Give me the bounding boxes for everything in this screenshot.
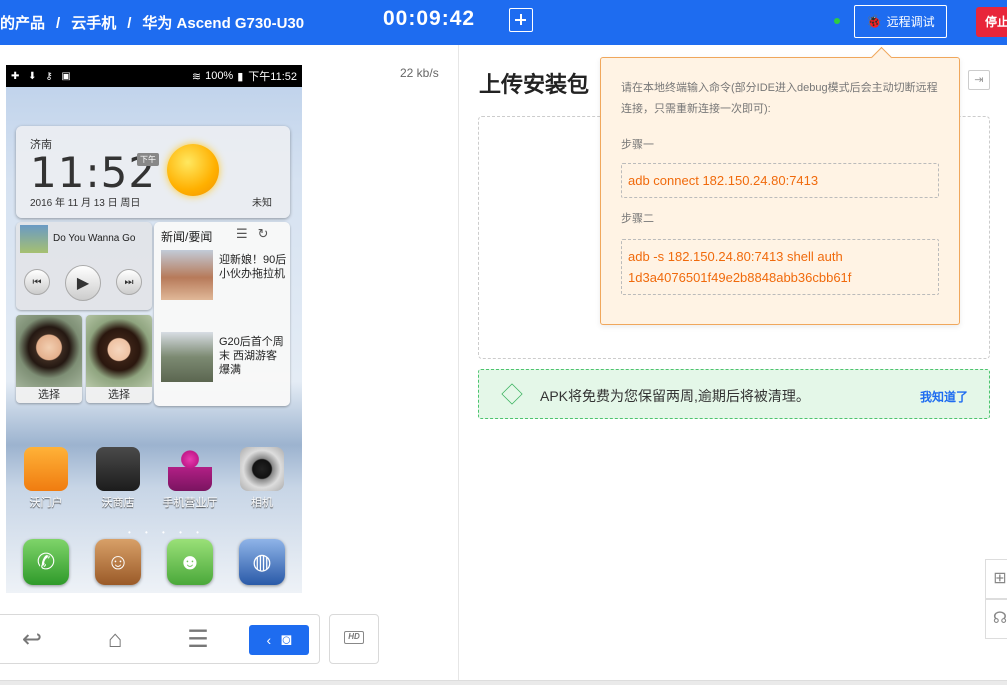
apk-retention-notice: APK将免费为您保留两周,逾期后将被清理。 我知道了 bbox=[478, 369, 990, 419]
news-thumbnail bbox=[161, 250, 213, 300]
chevron-left-icon: ‹ bbox=[266, 632, 272, 648]
list-icon[interactable]: ☰ bbox=[236, 226, 258, 241]
news-item-text[interactable]: G20后首个周末 西湖游客爆满 bbox=[219, 335, 287, 377]
next-track-icon[interactable]: ⏭ bbox=[116, 269, 142, 295]
phone-status-bar: ✚ ⬇ ⚷ ▣ ≋ 100% ▮ 下午11:52 bbox=[6, 65, 302, 87]
stop-button[interactable]: 停止 bbox=[976, 7, 1007, 37]
camera-icon: ◙ bbox=[281, 630, 292, 649]
refresh-icon[interactable]: ↻ bbox=[258, 226, 279, 241]
browser-icon[interactable]: ◍ bbox=[239, 539, 285, 585]
app-label: 沃门户 bbox=[29, 497, 63, 509]
notification-icons: ✚ ⬇ ⚷ ▣ bbox=[11, 70, 74, 82]
news-thumbnail bbox=[161, 332, 213, 382]
page-title: 上传安装包 bbox=[479, 72, 590, 97]
step-1-label: 步骤一 bbox=[621, 139, 654, 151]
network-speed: 22 kb/s bbox=[400, 66, 439, 80]
contact-select-label: 选择 bbox=[16, 387, 82, 403]
phone-control-bar: ↩ ⌂ ☰ ‹ ◙ bbox=[0, 614, 320, 664]
contact-photo bbox=[16, 315, 82, 387]
sun-icon bbox=[167, 144, 219, 196]
wifi-icon: ≋ bbox=[191, 70, 202, 83]
weather-status: 未知 bbox=[252, 198, 272, 209]
cube-icon bbox=[501, 383, 523, 405]
app-label: 相机 bbox=[251, 497, 273, 509]
contact-photo bbox=[86, 315, 152, 387]
app-wo-portal[interactable]: 沃门户 bbox=[13, 447, 79, 510]
phone-icon[interactable]: ✆ bbox=[23, 539, 69, 585]
home-icon[interactable]: ⌂ bbox=[101, 627, 129, 653]
breadcrumb-device: 华为 Ascend G730-U30 bbox=[142, 15, 305, 32]
support-icon[interactable]: ☊ bbox=[985, 599, 1007, 639]
breadcrumb-products[interactable]: 的产品 bbox=[0, 15, 45, 32]
app-label: 沃商店 bbox=[101, 497, 135, 509]
app-camera[interactable]: 相机 bbox=[229, 447, 295, 510]
clock-ampm: 下午 bbox=[137, 153, 159, 166]
breadcrumb-cloud-phone[interactable]: 云手机 bbox=[71, 15, 116, 32]
app-wo-store[interactable]: 沃商店 bbox=[85, 447, 151, 510]
song-title: Do You Wanna Go bbox=[53, 233, 136, 244]
album-cover bbox=[20, 225, 48, 253]
add-device-button[interactable] bbox=[509, 8, 533, 32]
hd-toggle-button[interactable]: HD bbox=[329, 614, 379, 664]
contacts-icon[interactable]: ☺ bbox=[95, 539, 141, 585]
app-business-hall[interactable]: 手机营业厅 bbox=[157, 447, 223, 510]
connection-status-dot bbox=[834, 18, 840, 24]
notice-ack-button[interactable]: 我知道了 bbox=[920, 388, 968, 405]
step-2-command[interactable]: adb -s 182.150.24.80:7413 shell auth 1d3… bbox=[621, 239, 939, 295]
remote-debug-label: 远程调试 bbox=[886, 15, 935, 29]
step-2-label: 步骤二 bbox=[621, 213, 654, 225]
breadcrumb-separator: / bbox=[56, 15, 61, 32]
breadcrumb-separator: / bbox=[127, 15, 132, 32]
phone-screen[interactable]: ✚ ⬇ ⚷ ▣ ≋ 100% ▮ 下午11:52 济南 11:52 下午 201… bbox=[6, 65, 302, 593]
contact-select-label: 选择 bbox=[86, 387, 152, 403]
battery-icon: ▮ bbox=[237, 70, 244, 83]
page-indicator: • • • • • bbox=[128, 528, 205, 537]
notice-message: APK将免费为您保留两周,逾期后将被清理。 bbox=[540, 388, 810, 404]
business-hall-icon bbox=[168, 447, 212, 491]
app-label: 手机营业厅 bbox=[162, 497, 218, 509]
gift-icon[interactable]: ⊞ bbox=[985, 559, 1007, 599]
top-bar: 的产品 / 云手机 / 华为 Ascend G730-U30 00:09:42 🐞 远程… bbox=[0, 0, 1007, 45]
contact-widget-1[interactable]: 选择 bbox=[16, 315, 82, 403]
battery-percent: 100% bbox=[205, 70, 234, 82]
phone-status-time: 下午11:52 bbox=[248, 71, 297, 83]
play-icon[interactable]: ▶ bbox=[65, 265, 101, 301]
back-icon[interactable]: ↩ bbox=[18, 627, 46, 653]
breadcrumb: 的产品 / 云手机 / 华为 Ascend G730-U30 bbox=[0, 12, 304, 33]
wo-portal-icon bbox=[24, 447, 68, 491]
session-timer: 00:09:42 bbox=[383, 7, 476, 30]
camera-icon bbox=[240, 447, 284, 491]
step-1-command[interactable]: adb connect 182.150.24.80:7413 bbox=[621, 163, 939, 198]
music-widget[interactable]: Do You Wanna Go ⏮ ▶ ⏭ bbox=[16, 222, 152, 310]
bug-icon: 🐞 bbox=[866, 13, 883, 29]
screenshot-button[interactable]: ‹ ◙ bbox=[249, 625, 309, 655]
bottom-scrollbar bbox=[0, 680, 1007, 685]
remote-debug-button[interactable]: 🐞 远程调试 bbox=[854, 5, 947, 38]
messages-icon[interactable]: ☻ bbox=[167, 539, 213, 585]
debug-instructions: 请在本地终端输入命令(部分IDE进入debug模式后会主动切断远程连接，只需重新… bbox=[621, 82, 938, 115]
hd-icon: HD bbox=[344, 631, 364, 644]
collapse-panel-icon[interactable]: ⇥ bbox=[968, 70, 990, 90]
previous-track-icon[interactable]: ⏮ bbox=[24, 269, 50, 295]
remote-debug-popover: 请在本地终端输入命令(部分IDE进入debug模式后会主动切断远程连接，只需重新… bbox=[600, 57, 960, 325]
news-widget[interactable]: 新闻/要闻 ☰↻ 迎新娘！90后小伙办拖拉机 G20后首个周末 西湖游客爆满 bbox=[154, 222, 290, 406]
wo-store-icon bbox=[96, 447, 140, 491]
news-item-text[interactable]: 迎新娘！90后小伙办拖拉机 bbox=[219, 253, 287, 281]
phone-pane: 22 kb/s ✚ ⬇ ⚷ ▣ ≋ 100% ▮ 下午11:52 济南 11:5… bbox=[0, 45, 459, 685]
clock-weather-widget[interactable]: 济南 11:52 下午 2016 年 11 月 13 日 周日 未知 bbox=[16, 126, 290, 218]
clock-date: 2016 年 11 月 13 日 周日 bbox=[30, 198, 141, 209]
menu-icon[interactable]: ☰ bbox=[184, 627, 212, 653]
contact-widget-2[interactable]: 选择 bbox=[86, 315, 152, 403]
news-heading: 新闻/要闻 bbox=[161, 230, 213, 244]
